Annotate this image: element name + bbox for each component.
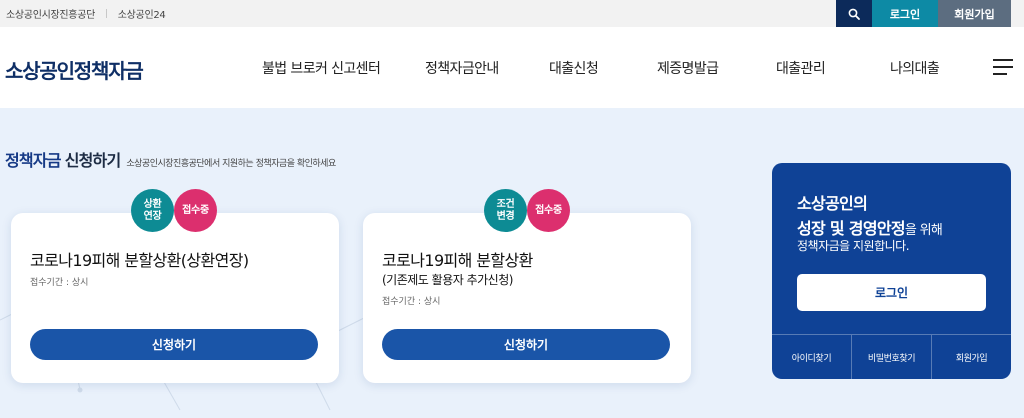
family-site-links: 소상공인시장진흥공단 | 소상공인24 [6,0,166,27]
card-period: 접수기간 : 상시 [382,297,441,307]
hamburger-menu-icon[interactable] [993,59,1013,75]
card-period: 접수기간 : 상시 [30,278,89,288]
badge-type: 조건 변경 [484,189,527,232]
panel-heading-line2: 성장 및 경영안정을 위해 [797,215,943,239]
panel-join-link[interactable]: 회원가입 [932,335,1011,379]
nav-my-loan[interactable]: 나의대출 [890,58,940,78]
top-login-button[interactable]: 로그인 [872,0,938,27]
link-sbiz24[interactable]: 소상공인24 [118,6,166,21]
panel-links: 아이디찾기 비밀번호찾기 회원가입 [772,335,1011,379]
nav-loan-manage[interactable]: 대출관리 [776,58,826,78]
top-utility-bar: 소상공인시장진흥공단 | 소상공인24 로그인 회원가입 [0,0,1024,27]
badge-status: 접수중 [527,189,570,232]
top-search-button[interactable] [836,0,872,27]
loan-card: 코로나19피해 분할상환 (기존제도 활용자 추가신청) 접수기간 : 상시 신… [363,213,691,383]
nav-broker-report[interactable]: 불법 브로커 신고센터 [262,58,381,78]
section-title-rest: 신청하기 [64,151,121,170]
section-title: 정책자금 신청하기 소상공인시장진흥공단에서 지원하는 정책자금을 확인하세요 [5,147,336,171]
link-semas[interactable]: 소상공인시장진흥공단 [6,6,95,21]
find-password-link[interactable]: 비밀번호찾기 [852,335,931,379]
badge-type: 상환 연장 [131,189,174,232]
card-title: 코로나19피해 분할상환 [382,251,533,270]
section-description: 소상공인시장진흥공단에서 지원하는 정책자금을 확인하세요 [126,159,336,169]
panel-login-button[interactable]: 로그인 [797,274,986,311]
apply-button[interactable]: 신청하기 [382,329,670,360]
site-header: 소상공인정책자금 불법 브로커 신고센터 정책자금안내 대출신청 제증명발급 대… [0,27,1024,108]
site-logo[interactable]: 소상공인정책자금 [5,55,144,84]
top-join-button[interactable]: 회원가입 [938,0,1011,27]
card-title: 코로나19피해 분할상환(상환연장) [30,251,249,270]
panel-heading-line1: 소상공인의 [797,194,868,213]
nav-certificates[interactable]: 제증명발급 [657,58,719,78]
search-icon [848,8,860,20]
section-title-accent: 정책자금 [5,151,61,170]
panel-heading-strong: 성장 및 경영안정 [797,219,906,238]
card-subtitle: (기존제도 활용자 추가신청) [382,273,513,287]
login-panel: 소상공인의 성장 및 경영안정을 위해 정책자금을 지원합니다. 로그인 아이디… [772,163,1011,379]
apply-button[interactable]: 신청하기 [30,329,318,360]
loan-card: 코로나19피해 분할상환(상환연장) 접수기간 : 상시 신청하기 [11,213,339,383]
nav-fund-guide[interactable]: 정책자금안내 [425,58,499,78]
panel-heading-line3: 정책자금을 지원합니다. [797,239,910,253]
panel-heading-suffix: 을 위해 [904,223,943,238]
find-id-link[interactable]: 아이디찾기 [772,335,851,379]
nav-loan-apply[interactable]: 대출신청 [549,58,599,78]
link-divider: | [105,8,108,19]
badge-status: 접수중 [174,189,217,232]
